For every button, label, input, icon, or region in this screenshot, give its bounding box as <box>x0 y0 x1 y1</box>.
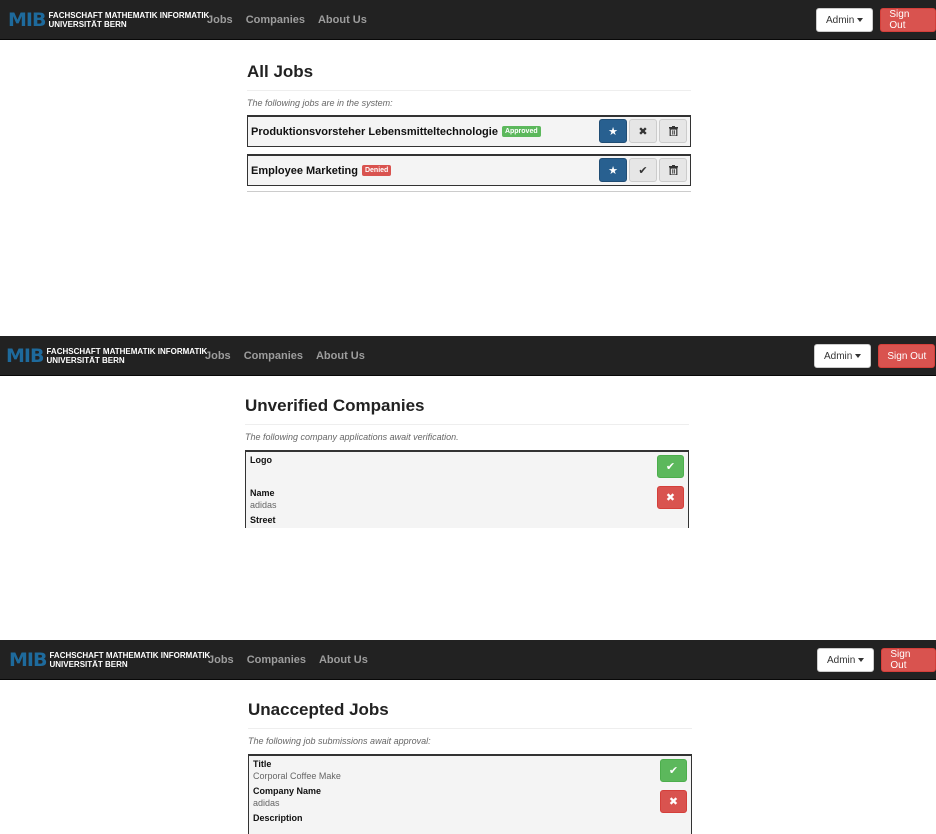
nav-link-about-us[interactable]: About Us <box>319 654 368 666</box>
reject-button[interactable]: ✖ <box>660 790 687 813</box>
check-icon: ✔ <box>665 461 676 473</box>
star-icon: ★ <box>608 125 618 138</box>
job-title: Employee Marketing <box>251 164 358 177</box>
check-icon: ✔ <box>638 164 648 177</box>
brand-line-1: FACHSCHAFT MATHEMATIK INFORMATIK <box>46 347 208 356</box>
status-badge: Denied <box>361 165 392 176</box>
field-label: Name <box>250 488 275 498</box>
field-label: Logo <box>250 455 272 465</box>
caret-down-icon <box>857 18 864 22</box>
admin-dropdown-button[interactable]: Admin <box>816 8 874 32</box>
page-title: Unaccepted Jobs <box>248 700 692 729</box>
brand-mark: MIB <box>9 649 47 671</box>
nav-link-companies[interactable]: Companies <box>246 14 305 26</box>
trash-icon <box>668 126 678 136</box>
x-icon: ✖ <box>668 796 679 808</box>
panel-all-jobs: MIB FACHSCHAFT MATHEMATIK INFORMATIK UNI… <box>0 0 936 336</box>
brand-logo[interactable]: MIB FACHSCHAFT MATHEMATIK INFORMATIK UNI… <box>9 650 210 670</box>
nav-link-jobs[interactable]: Jobs <box>208 654 234 666</box>
reject-button[interactable]: ✖ <box>657 486 684 509</box>
nav-link-companies[interactable]: Companies <box>247 654 306 666</box>
delete-button[interactable] <box>659 158 687 182</box>
navbar: MIB FACHSCHAFT MATHEMATIK INFORMATIK UNI… <box>0 640 936 680</box>
admin-label: Admin <box>827 654 856 666</box>
brand-line-2: UNIVERSITÄT BERN <box>46 356 125 365</box>
page-title: Unverified Companies <box>245 396 689 425</box>
job-title: Produktionsvorsteher Lebensmitteltechnol… <box>251 125 498 138</box>
job-row: Employee Marketing Denied ★ ✔ <box>247 154 691 186</box>
nav-link-about-us[interactable]: About Us <box>316 350 365 362</box>
page-title: All Jobs <box>247 62 691 91</box>
field-label: Street <box>250 515 276 525</box>
page-note: The following job submissions await appr… <box>248 736 431 746</box>
sign-out-button[interactable]: Sign Out <box>880 8 936 32</box>
status-badge: Approved <box>501 126 541 137</box>
nav-link-about-us[interactable]: About Us <box>318 14 367 26</box>
sign-out-button[interactable]: Sign Out <box>881 648 936 672</box>
brand-line-1: FACHSCHAFT MATHEMATIK INFORMATIK <box>48 11 210 20</box>
field-value: Corporal Coffee Make <box>253 771 341 781</box>
unverified-companies-content: Unverified Companies The following compa… <box>245 396 689 528</box>
brand-line-2: UNIVERSITÄT BERN <box>49 660 128 669</box>
check-icon: ✔ <box>668 765 679 777</box>
nav-link-jobs[interactable]: Jobs <box>207 14 233 26</box>
page-note: The following jobs are in the system: <box>247 98 393 108</box>
caret-down-icon <box>855 354 862 358</box>
sign-out-button[interactable]: Sign Out <box>878 344 936 368</box>
panel-unaccepted-jobs: MIB FACHSCHAFT MATHEMATIK INFORMATIK UNI… <box>0 640 936 834</box>
admin-dropdown-button[interactable]: Admin <box>814 344 872 368</box>
company-card: Logo Name adidas Street ✔ ✖ <box>245 450 689 528</box>
star-button[interactable]: ★ <box>599 158 627 182</box>
unaccepted-jobs-content: Unaccepted Jobs The following job submis… <box>248 700 692 834</box>
delete-button[interactable] <box>659 119 687 143</box>
brand-mark: MIB <box>6 345 44 367</box>
field-label: Title <box>253 759 272 769</box>
brand-logo[interactable]: MIB FACHSCHAFT MATHEMATIK INFORMATIK UNI… <box>6 346 207 366</box>
field-label: Description <box>253 813 303 823</box>
job-row: Produktionsvorsteher Lebensmitteltechnol… <box>247 115 691 147</box>
trash-icon <box>668 165 678 175</box>
admin-label: Admin <box>826 14 855 26</box>
approve-button[interactable]: ✔ <box>629 158 657 182</box>
field-value: adidas <box>250 500 277 510</box>
star-icon: ★ <box>608 164 618 177</box>
deny-button[interactable]: ✖ <box>629 119 657 143</box>
navbar: MIB FACHSCHAFT MATHEMATIK INFORMATIK UNI… <box>0 0 936 40</box>
star-button[interactable]: ★ <box>599 119 627 143</box>
all-jobs-content: All Jobs The following jobs are in the s… <box>247 62 691 192</box>
job-submission-card: Title Corporal Coffee Make Company Name … <box>248 754 692 834</box>
nav-link-companies[interactable]: Companies <box>244 350 303 362</box>
list-divider <box>247 186 691 192</box>
verify-button[interactable]: ✔ <box>657 455 684 478</box>
nav-link-jobs[interactable]: Jobs <box>205 350 231 362</box>
x-icon: ✖ <box>638 125 648 138</box>
admin-label: Admin <box>824 350 853 362</box>
brand-line-2: UNIVERSITÄT BERN <box>48 20 127 29</box>
brand-line-1: FACHSCHAFT MATHEMATIK INFORMATIK <box>49 651 211 660</box>
field-label: Company Name <box>253 786 322 796</box>
field-value: adidas <box>253 798 280 808</box>
accept-button[interactable]: ✔ <box>660 759 687 782</box>
navbar: MIB FACHSCHAFT MATHEMATIK INFORMATIK UNI… <box>0 336 936 376</box>
admin-dropdown-button[interactable]: Admin <box>817 648 875 672</box>
brand-logo[interactable]: MIB FACHSCHAFT MATHEMATIK INFORMATIK UNI… <box>8 10 209 30</box>
x-icon: ✖ <box>665 492 676 504</box>
brand-mark: MIB <box>8 9 46 31</box>
panel-unverified-companies: MIB FACHSCHAFT MATHEMATIK INFORMATIK UNI… <box>0 336 936 528</box>
page-note: The following company applications await… <box>245 432 459 442</box>
caret-down-icon <box>858 658 865 662</box>
